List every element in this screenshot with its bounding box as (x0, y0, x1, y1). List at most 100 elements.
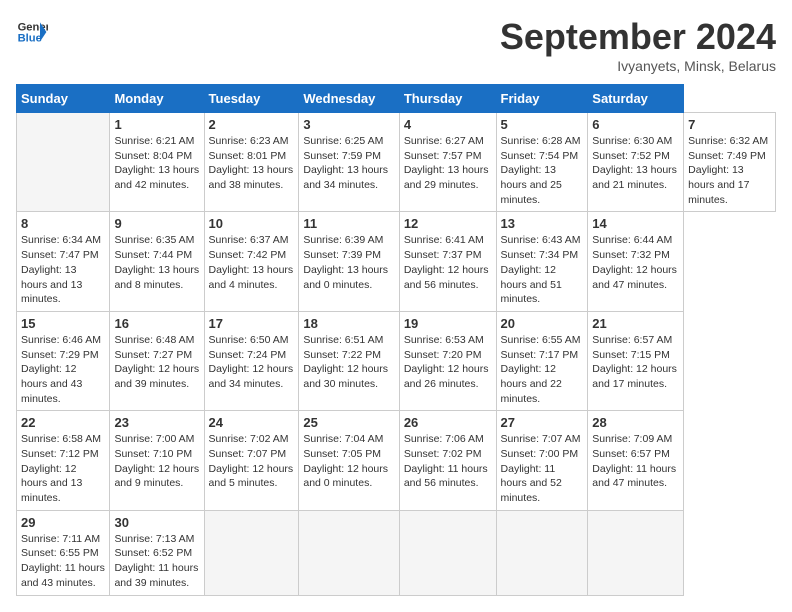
day-number: 29 (21, 515, 105, 530)
day-number: 30 (114, 515, 199, 530)
day-number: 28 (592, 415, 679, 430)
calendar-cell: 28 Sunrise: 7:09 AMSunset: 6:57 PMDayligh… (588, 411, 684, 510)
day-number: 8 (21, 216, 105, 231)
cell-details: Sunrise: 7:13 AMSunset: 6:52 PMDaylight:… (114, 532, 199, 591)
day-number: 11 (303, 216, 394, 231)
calendar-week-row: 22 Sunrise: 6:58 AMSunset: 7:12 PMDayligh… (17, 411, 776, 510)
day-number: 2 (209, 117, 295, 132)
day-header-sunday: Sunday (17, 85, 110, 113)
day-number: 23 (114, 415, 199, 430)
calendar-cell: 4 Sunrise: 6:27 AMSunset: 7:57 PMDaylight… (399, 113, 496, 212)
calendar-cell: 5Sunrise: 6:28 AMSunset: 7:54 PMDaylight… (496, 113, 588, 212)
day-number: 6 (592, 117, 679, 132)
calendar-cell: 2 Sunrise: 6:23 AMSunset: 8:01 PMDaylight… (204, 113, 299, 212)
day-number: 16 (114, 316, 199, 331)
day-number: 26 (404, 415, 492, 430)
calendar-cell: 6 Sunrise: 6:30 AMSunset: 7:52 PMDaylight… (588, 113, 684, 212)
cell-details: Sunrise: 7:07 AMSunset: 7:00 PMDaylight:… (501, 432, 584, 505)
day-number: 21 (592, 316, 679, 331)
calendar-table: SundayMondayTuesdayWednesdayThursdayFrid… (16, 84, 776, 596)
calendar-week-row: 15 Sunrise: 6:46 AMSunset: 7:29 PMDayligh… (17, 311, 776, 410)
calendar-week-row: 1Sunrise: 6:21 AMSunset: 8:04 PMDaylight… (17, 113, 776, 212)
calendar-cell: 14 Sunrise: 6:44 AMSunset: 7:32 PMDayligh… (588, 212, 684, 311)
calendar-cell: 25 Sunrise: 7:04 AMSunset: 7:05 PMDayligh… (299, 411, 399, 510)
calendar-cell: 24 Sunrise: 7:02 AMSunset: 7:07 PMDayligh… (204, 411, 299, 510)
calendar-cell (17, 113, 110, 212)
calendar-cell: 21 Sunrise: 6:57 AMSunset: 7:15 PMDayligh… (588, 311, 684, 410)
cell-details: Sunrise: 6:51 AMSunset: 7:22 PMDaylight:… (303, 333, 394, 392)
day-number: 4 (404, 117, 492, 132)
calendar-cell: 15 Sunrise: 6:46 AMSunset: 7:29 PMDayligh… (17, 311, 110, 410)
calendar-cell: 7 Sunrise: 6:32 AMSunset: 7:49 PMDaylight… (684, 113, 776, 212)
calendar-cell: 29 Sunrise: 7:11 AMSunset: 6:55 PMDayligh… (17, 510, 110, 595)
cell-details: Sunrise: 6:28 AMSunset: 7:54 PMDaylight:… (501, 134, 584, 207)
title-area: September 2024 Ivyanyets, Minsk, Belarus (500, 16, 776, 74)
day-header-wednesday: Wednesday (299, 85, 399, 113)
day-number: 7 (688, 117, 771, 132)
cell-details: Sunrise: 6:39 AMSunset: 7:39 PMDaylight:… (303, 233, 394, 292)
day-number: 14 (592, 216, 679, 231)
day-header-tuesday: Tuesday (204, 85, 299, 113)
calendar-cell: 16 Sunrise: 6:48 AMSunset: 7:27 PMDayligh… (110, 311, 204, 410)
logo: General Blue (16, 16, 48, 48)
cell-details: Sunrise: 6:30 AMSunset: 7:52 PMDaylight:… (592, 134, 679, 193)
cell-details: Sunrise: 7:02 AMSunset: 7:07 PMDaylight:… (209, 432, 295, 491)
cell-details: Sunrise: 7:09 AMSunset: 6:57 PMDaylight:… (592, 432, 679, 491)
cell-details: Sunrise: 6:46 AMSunset: 7:29 PMDaylight:… (21, 333, 105, 406)
svg-text:Blue: Blue (18, 33, 42, 45)
day-number: 20 (501, 316, 584, 331)
calendar-cell: 27 Sunrise: 7:07 AMSunset: 7:00 PMDayligh… (496, 411, 588, 510)
day-header-monday: Monday (110, 85, 204, 113)
day-number: 12 (404, 216, 492, 231)
day-number: 27 (501, 415, 584, 430)
calendar-cell (204, 510, 299, 595)
cell-details: Sunrise: 6:41 AMSunset: 7:37 PMDaylight:… (404, 233, 492, 292)
calendar-week-row: 29 Sunrise: 7:11 AMSunset: 6:55 PMDayligh… (17, 510, 776, 595)
logo-icon: General Blue (16, 16, 48, 48)
calendar-cell: 12 Sunrise: 6:41 AMSunset: 7:37 PMDayligh… (399, 212, 496, 311)
day-number: 15 (21, 316, 105, 331)
cell-details: Sunrise: 6:57 AMSunset: 7:15 PMDaylight:… (592, 333, 679, 392)
cell-details: Sunrise: 6:23 AMSunset: 8:01 PMDaylight:… (209, 134, 295, 193)
cell-details: Sunrise: 7:11 AMSunset: 6:55 PMDaylight:… (21, 532, 105, 591)
calendar-cell: 26 Sunrise: 7:06 AMSunset: 7:02 PMDayligh… (399, 411, 496, 510)
cell-details: Sunrise: 7:04 AMSunset: 7:05 PMDaylight:… (303, 432, 394, 491)
calendar-cell (399, 510, 496, 595)
day-number: 10 (209, 216, 295, 231)
calendar-header-row: SundayMondayTuesdayWednesdayThursdayFrid… (17, 85, 776, 113)
cell-details: Sunrise: 6:48 AMSunset: 7:27 PMDaylight:… (114, 333, 199, 392)
day-number: 24 (209, 415, 295, 430)
cell-details: Sunrise: 6:50 AMSunset: 7:24 PMDaylight:… (209, 333, 295, 392)
calendar-week-row: 8Sunrise: 6:34 AMSunset: 7:47 PMDaylight… (17, 212, 776, 311)
day-number: 18 (303, 316, 394, 331)
calendar-cell: 20 Sunrise: 6:55 AMSunset: 7:17 PMDayligh… (496, 311, 588, 410)
cell-details: Sunrise: 6:44 AMSunset: 7:32 PMDaylight:… (592, 233, 679, 292)
cell-details: Sunrise: 6:21 AMSunset: 8:04 PMDaylight:… (114, 134, 199, 193)
cell-details: Sunrise: 6:27 AMSunset: 7:57 PMDaylight:… (404, 134, 492, 193)
cell-details: Sunrise: 7:06 AMSunset: 7:02 PMDaylight:… (404, 432, 492, 491)
cell-details: Sunrise: 6:35 AMSunset: 7:44 PMDaylight:… (114, 233, 199, 292)
calendar-body: 1Sunrise: 6:21 AMSunset: 8:04 PMDaylight… (17, 113, 776, 596)
calendar-cell: 8Sunrise: 6:34 AMSunset: 7:47 PMDaylight… (17, 212, 110, 311)
calendar-cell: 18 Sunrise: 6:51 AMSunset: 7:22 PMDayligh… (299, 311, 399, 410)
cell-details: Sunrise: 6:55 AMSunset: 7:17 PMDaylight:… (501, 333, 584, 406)
calendar-cell: 11 Sunrise: 6:39 AMSunset: 7:39 PMDayligh… (299, 212, 399, 311)
day-number: 13 (501, 216, 584, 231)
calendar-cell: 19Sunrise: 6:53 AMSunset: 7:20 PMDayligh… (399, 311, 496, 410)
cell-details: Sunrise: 6:32 AMSunset: 7:49 PMDaylight:… (688, 134, 771, 207)
calendar-cell: 3Sunrise: 6:25 AMSunset: 7:59 PMDaylight… (299, 113, 399, 212)
day-number: 22 (21, 415, 105, 430)
calendar-cell: 13Sunrise: 6:43 AMSunset: 7:34 PMDayligh… (496, 212, 588, 311)
calendar-cell (496, 510, 588, 595)
cell-details: Sunrise: 6:58 AMSunset: 7:12 PMDaylight:… (21, 432, 105, 505)
day-number: 17 (209, 316, 295, 331)
calendar-cell: 30 Sunrise: 7:13 AMSunset: 6:52 PMDayligh… (110, 510, 204, 595)
cell-details: Sunrise: 7:00 AMSunset: 7:10 PMDaylight:… (114, 432, 199, 491)
calendar-cell: 9Sunrise: 6:35 AMSunset: 7:44 PMDaylight… (110, 212, 204, 311)
location-subtitle: Ivyanyets, Minsk, Belarus (500, 58, 776, 74)
day-number: 25 (303, 415, 394, 430)
cell-details: Sunrise: 6:25 AMSunset: 7:59 PMDaylight:… (303, 134, 394, 193)
calendar-cell (588, 510, 684, 595)
cell-details: Sunrise: 6:37 AMSunset: 7:42 PMDaylight:… (209, 233, 295, 292)
day-number: 19 (404, 316, 492, 331)
